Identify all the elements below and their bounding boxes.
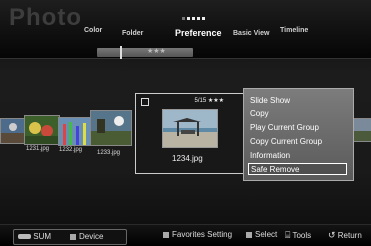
source-selector[interactable]: SUM Device bbox=[13, 229, 127, 245]
tab-preference[interactable]: Preference bbox=[175, 28, 222, 38]
grade-cursor bbox=[120, 46, 122, 59]
return-icon: ↺ bbox=[328, 230, 336, 240]
photo-thumbnail[interactable] bbox=[58, 117, 94, 146]
device-source[interactable]: Device bbox=[70, 232, 103, 242]
page-dot bbox=[187, 17, 190, 20]
tools-icon: ⌸ bbox=[285, 230, 291, 240]
select-hint[interactable]: Select bbox=[246, 230, 277, 240]
focused-file-name: 1234.jpg bbox=[172, 154, 203, 163]
sum-label: SUM bbox=[33, 232, 52, 241]
color-button-icon bbox=[163, 232, 169, 238]
tv-screen: Photo Color Folder Preference Basic View… bbox=[0, 0, 371, 246]
menu-item-information[interactable]: Information bbox=[248, 150, 347, 162]
photo-thumbnail[interactable] bbox=[90, 110, 132, 146]
device-button-icon bbox=[70, 234, 76, 240]
menu-item-safe-remove[interactable]: Safe Remove bbox=[248, 163, 347, 175]
select-label: Select bbox=[255, 230, 278, 239]
grade-stars: ★★★ bbox=[147, 48, 166, 55]
select-checkbox[interactable] bbox=[141, 98, 149, 106]
page-dot bbox=[202, 17, 205, 20]
return-label: Return bbox=[337, 231, 362, 240]
photo-counter: 5/15 ★★★ bbox=[195, 97, 225, 104]
page-dot bbox=[182, 17, 185, 20]
app-title: Photo bbox=[9, 4, 82, 31]
rating-stars: ★★★ bbox=[207, 98, 224, 104]
footer-bar: SUM Device Favorites Setting Select ⌸ To… bbox=[0, 224, 371, 246]
device-label: Device bbox=[79, 232, 104, 241]
page-dot bbox=[197, 17, 200, 20]
favorites-setting-hint[interactable]: Favorites Setting bbox=[163, 230, 232, 240]
preference-grade-bar[interactable]: ★★★ bbox=[97, 46, 193, 59]
sum-source[interactable]: SUM bbox=[18, 232, 51, 242]
menu-item-copy[interactable]: Copy bbox=[248, 108, 347, 120]
tools-hint[interactable]: ⌸ Tools bbox=[285, 230, 311, 241]
return-hint[interactable]: ↺ Return bbox=[328, 230, 362, 241]
menu-item-copy-current-group[interactable]: Copy Current Group bbox=[248, 136, 347, 148]
sum-device-icon bbox=[18, 234, 31, 239]
tab-color[interactable]: Color bbox=[84, 27, 102, 34]
tools-label: Tools bbox=[292, 231, 312, 240]
tab-timeline[interactable]: Timeline bbox=[280, 27, 308, 34]
page-dot bbox=[192, 17, 195, 20]
select-button-icon bbox=[246, 232, 252, 238]
photo-thumbnail[interactable] bbox=[24, 115, 60, 145]
file-name: 1232.jpg bbox=[59, 147, 83, 153]
photo-thumbnail[interactable] bbox=[0, 118, 26, 144]
counter-text: 5/15 bbox=[194, 98, 207, 104]
file-name: 1231.jpg bbox=[26, 146, 50, 152]
tab-folder[interactable]: Folder bbox=[122, 30, 143, 37]
menu-item-slide-show[interactable]: Slide Show bbox=[248, 95, 347, 107]
favorites-label: Favorites Setting bbox=[172, 230, 233, 239]
tab-basic-view[interactable]: Basic View bbox=[233, 30, 269, 37]
file-name: 1233.jpg bbox=[97, 150, 121, 156]
header-bar: Photo Color Folder Preference Basic View… bbox=[0, 0, 371, 59]
tools-menu: Slide Show Copy Play Current Group Copy … bbox=[243, 88, 354, 181]
menu-item-play-current-group[interactable]: Play Current Group bbox=[248, 122, 347, 134]
focused-photo-image bbox=[162, 109, 218, 148]
focused-photo-card[interactable]: 5/15 ★★★ 1234.jpg bbox=[135, 93, 247, 174]
photo-thumbnail[interactable] bbox=[352, 118, 371, 142]
page-indicator bbox=[182, 17, 205, 20]
